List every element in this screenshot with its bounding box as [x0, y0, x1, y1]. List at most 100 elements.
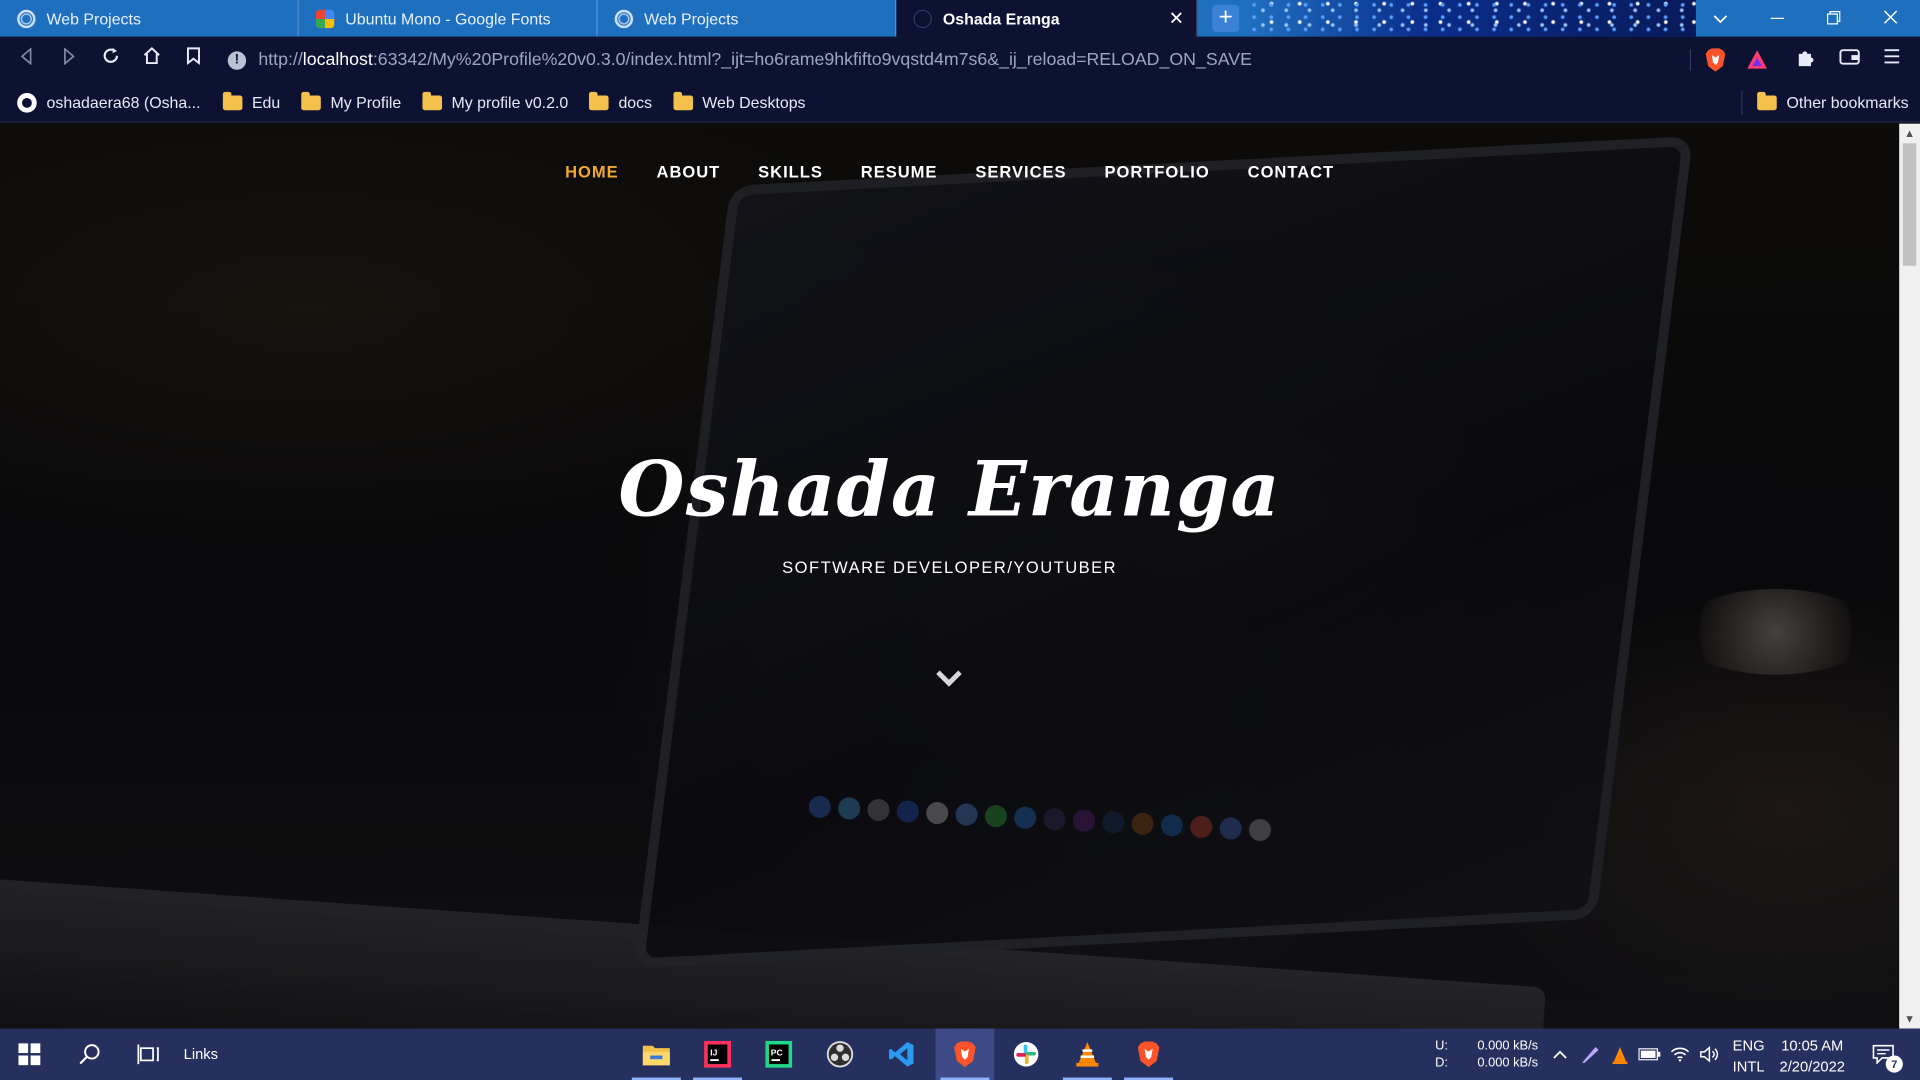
- bookmarks-bar: oshadaera68 (Osha... Edu My Profile My p…: [0, 83, 1920, 123]
- url-scheme: http://: [258, 50, 303, 70]
- back-icon[interactable]: [7, 40, 46, 79]
- bookmark-folder-web-desktops[interactable]: Web Desktops: [672, 91, 806, 112]
- tab-title: Web Projects: [644, 9, 739, 28]
- download-label: D:: [1435, 1055, 1448, 1071]
- pycharm-icon[interactable]: PC: [749, 1029, 808, 1080]
- bookmarks-divider: [1741, 90, 1743, 116]
- tab-web-projects-2[interactable]: Web Projects: [598, 0, 897, 37]
- download-speed: 0.000 kB/s: [1477, 1055, 1539, 1071]
- brave-shields-icon[interactable]: [1704, 48, 1726, 72]
- folder-icon: [672, 91, 693, 110]
- clock-date: 2/20/2022: [1779, 1057, 1845, 1076]
- url-path: :63342/My%20Profile%20v0.3.0/index.html?…: [372, 50, 1252, 70]
- bookmark-folder-docs[interactable]: docs: [589, 91, 652, 111]
- google-fonts-icon: [315, 9, 335, 28]
- browser-toolbar: ! http://localhost:63342/My%20Profile%20…: [0, 36, 1920, 84]
- task-view-icon[interactable]: [119, 1029, 178, 1080]
- tab-oshada-eranga[interactable]: Oshada Eranga ✕: [896, 0, 1198, 37]
- taskbar: Links IJ PC U: 0.000 kB/s D: 0.000 kB/s …: [0, 1028, 1920, 1080]
- bookmark-label: My Profile: [330, 93, 402, 112]
- folder-icon: [422, 91, 442, 110]
- nav-about[interactable]: ABOUT: [657, 163, 721, 181]
- scrollbar-thumb[interactable]: [1902, 143, 1917, 266]
- hero-name: Oshada Eranga: [618, 444, 1281, 534]
- restore-window-icon[interactable]: [1805, 0, 1861, 37]
- close-tab-icon[interactable]: ✕: [1169, 7, 1184, 30]
- clock-time: 10:05 AM: [1781, 1037, 1844, 1055]
- volume-icon[interactable]: [1695, 1029, 1724, 1080]
- chevron-down-icon[interactable]: [933, 662, 965, 694]
- clock[interactable]: 10:05 AM 2/20/2022: [1778, 1036, 1847, 1078]
- links-toolbar[interactable]: Links: [184, 1046, 218, 1063]
- vscode-icon[interactable]: [872, 1029, 931, 1080]
- site-info-icon[interactable]: !: [227, 50, 247, 70]
- bookmark-label: Other bookmarks: [1786, 93, 1909, 112]
- vlc-tray-icon[interactable]: [1605, 1029, 1634, 1080]
- minimize-window-icon[interactable]: [1749, 0, 1805, 37]
- search-icon[interactable]: [60, 1029, 119, 1080]
- tab-search-chevron-icon[interactable]: [1692, 0, 1748, 37]
- nav-portfolio[interactable]: PORTFOLIO: [1104, 163, 1209, 181]
- globe-icon: [17, 9, 36, 28]
- github-icon: [17, 92, 37, 113]
- bookmark-folder-edu[interactable]: Edu: [222, 91, 280, 111]
- bookmark-page-icon[interactable]: [174, 40, 213, 79]
- scroll-down-icon[interactable]: ▼: [1899, 1009, 1920, 1029]
- show-hidden-icons-icon[interactable]: [1545, 1029, 1574, 1080]
- upload-speed: 0.000 kB/s: [1477, 1038, 1539, 1054]
- vlc-icon[interactable]: [1058, 1029, 1117, 1080]
- notification-center-icon[interactable]: 7: [1859, 1029, 1908, 1080]
- bookmark-folder-my-profile-v020[interactable]: My profile v0.2.0: [422, 91, 569, 112]
- input-language[interactable]: ENG INTL: [1733, 1036, 1765, 1078]
- brave-icon[interactable]: [935, 1028, 995, 1080]
- nav-contact[interactable]: CONTACT: [1248, 163, 1334, 181]
- home-icon[interactable]: [132, 40, 171, 79]
- battery-icon[interactable]: [1635, 1029, 1664, 1080]
- hero-subtitle: SOFTWARE DEVELOPER/YOUTUBER: [782, 558, 1118, 577]
- url-host: localhost: [302, 50, 373, 70]
- address-bar[interactable]: ! http://localhost:63342/My%20Profile%20…: [215, 42, 1698, 78]
- new-tab-button[interactable]: +: [1212, 4, 1240, 32]
- tab-title: Web Projects: [46, 9, 141, 28]
- toolbar-divider: [1689, 48, 1692, 72]
- wifi-icon[interactable]: [1665, 1029, 1694, 1080]
- bookmark-label: oshadaera68 (Osha...: [46, 93, 201, 112]
- folder-icon: [301, 91, 321, 110]
- windows-start-icon[interactable]: [0, 1029, 59, 1080]
- network-speed-monitor: U: 0.000 kB/s D: 0.000 kB/s: [1435, 1037, 1538, 1071]
- page-scrollbar[interactable]: ▲ ▼: [1899, 123, 1920, 1029]
- bookmark-folder-my-profile[interactable]: My Profile: [301, 91, 402, 112]
- brave-rewards-icon[interactable]: [1746, 48, 1768, 72]
- brave-icon[interactable]: [1119, 1029, 1178, 1080]
- slack-icon[interactable]: [997, 1029, 1056, 1080]
- nav-home[interactable]: HOME: [565, 163, 619, 181]
- bookmark-label: My profile v0.2.0: [451, 93, 569, 112]
- scroll-up-icon[interactable]: ▲: [1899, 124, 1920, 144]
- close-window-icon[interactable]: [1862, 0, 1918, 37]
- site-icon: [913, 9, 932, 28]
- bookmark-github[interactable]: oshadaera68 (Osha...: [17, 92, 201, 113]
- tab-title: Ubuntu Mono - Google Fonts: [345, 9, 551, 28]
- tab-google-fonts[interactable]: Ubuntu Mono - Google Fonts: [299, 0, 598, 37]
- bookmark-other[interactable]: Other bookmarks: [1757, 91, 1909, 112]
- tab-title: Oshada Eranga: [942, 9, 1060, 28]
- reload-icon[interactable]: [91, 40, 130, 79]
- nav-services[interactable]: SERVICES: [975, 163, 1066, 181]
- file-explorer-icon[interactable]: [627, 1029, 686, 1080]
- menu-icon[interactable]: [1878, 48, 1905, 72]
- bookmark-label: Web Desktops: [702, 93, 806, 112]
- screen: Web Projects Ubuntu Mono - Google Fonts …: [0, 0, 1920, 1080]
- nav-resume[interactable]: RESUME: [861, 163, 938, 181]
- extensions-icon[interactable]: [1793, 48, 1820, 72]
- obs-icon[interactable]: [811, 1029, 870, 1080]
- intellij-icon[interactable]: IJ: [688, 1029, 747, 1080]
- wallet-icon[interactable]: [1836, 48, 1863, 72]
- pen-icon[interactable]: [1576, 1029, 1605, 1080]
- notification-count-badge: 7: [1885, 1055, 1903, 1073]
- tab-strip: Web Projects Ubuntu Mono - Google Fonts …: [0, 0, 1920, 37]
- forward-icon[interactable]: [49, 40, 88, 79]
- upload-label: U:: [1435, 1038, 1448, 1054]
- tab-web-projects-1[interactable]: Web Projects: [0, 0, 299, 37]
- nav-skills[interactable]: SKILLS: [758, 163, 823, 181]
- layout-label: INTL: [1732, 1057, 1765, 1076]
